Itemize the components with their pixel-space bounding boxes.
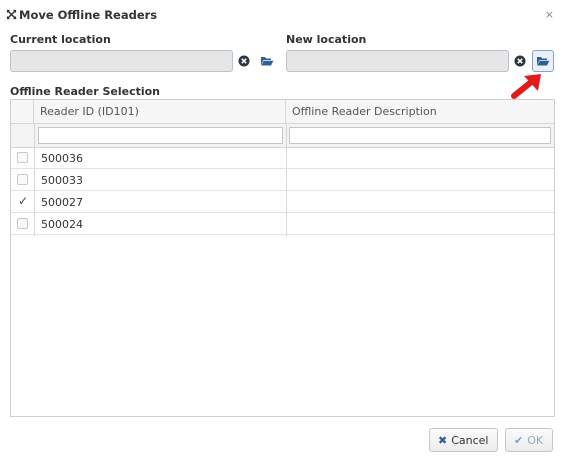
table-row[interactable]: ✓ 500027 xyxy=(11,192,554,213)
clear-new-location-button[interactable] xyxy=(510,51,530,71)
filter-row xyxy=(11,124,554,148)
title-bar: Move Offline Readers × xyxy=(0,0,564,32)
clear-circle-icon xyxy=(514,55,526,67)
current-location-field[interactable] xyxy=(10,50,233,72)
close-icon: ✖ xyxy=(438,433,448,447)
clear-circle-icon xyxy=(238,55,250,67)
folder-open-icon xyxy=(261,57,274,66)
select-column-header xyxy=(11,100,34,124)
cancel-button[interactable]: ✖ Cancel xyxy=(429,428,498,452)
folder-open-icon xyxy=(537,57,550,66)
new-location-field[interactable] xyxy=(286,50,509,72)
reader-id-cell: 500027 xyxy=(41,196,83,209)
reader-id-filter-input[interactable] xyxy=(38,127,283,144)
cancel-button-label: Cancel xyxy=(451,433,489,447)
reader-id-cell: 500036 xyxy=(41,152,83,165)
table-row[interactable]: 500036 xyxy=(11,148,554,169)
move-arrows-icon xyxy=(6,9,17,20)
reader-id-cell: 500024 xyxy=(41,218,83,231)
offline-reader-selection-label: Offline Reader Selection xyxy=(10,85,161,98)
browse-new-location-button[interactable] xyxy=(532,50,554,72)
offline-reader-grid: Reader ID (ID101) Offline Reader Descrip… xyxy=(10,99,555,417)
reader-id-column-header[interactable]: Reader ID (ID101) xyxy=(34,100,286,124)
description-filter-input[interactable] xyxy=(289,127,551,144)
red-arrow-annotation-icon xyxy=(511,74,541,99)
row-checkbox[interactable] xyxy=(17,152,28,163)
description-column-header[interactable]: Offline Reader Description xyxy=(286,100,554,124)
current-location-label: Current location xyxy=(10,33,111,46)
table-row[interactable]: 500024 xyxy=(11,214,554,235)
new-location-label: New location xyxy=(286,33,367,46)
row-checkbox[interactable] xyxy=(17,218,28,229)
table-row[interactable]: 500033 xyxy=(11,170,554,191)
move-offline-readers-dialog: Move Offline Readers × Current location … xyxy=(0,0,564,461)
ok-button[interactable]: ✔ OK xyxy=(505,428,553,452)
dialog-title: Move Offline Readers xyxy=(19,8,158,22)
row-checkbox[interactable] xyxy=(17,174,28,185)
close-icon[interactable]: × xyxy=(545,8,554,21)
browse-current-location-button[interactable] xyxy=(257,51,277,71)
check-icon: ✔ xyxy=(514,433,524,447)
grid-header: Reader ID (ID101) Offline Reader Descrip… xyxy=(11,100,554,124)
row-checkbox-checked[interactable]: ✓ xyxy=(17,195,28,207)
reader-id-cell: 500033 xyxy=(41,174,83,187)
clear-current-location-button[interactable] xyxy=(234,51,254,71)
ok-button-label: OK xyxy=(527,433,544,447)
